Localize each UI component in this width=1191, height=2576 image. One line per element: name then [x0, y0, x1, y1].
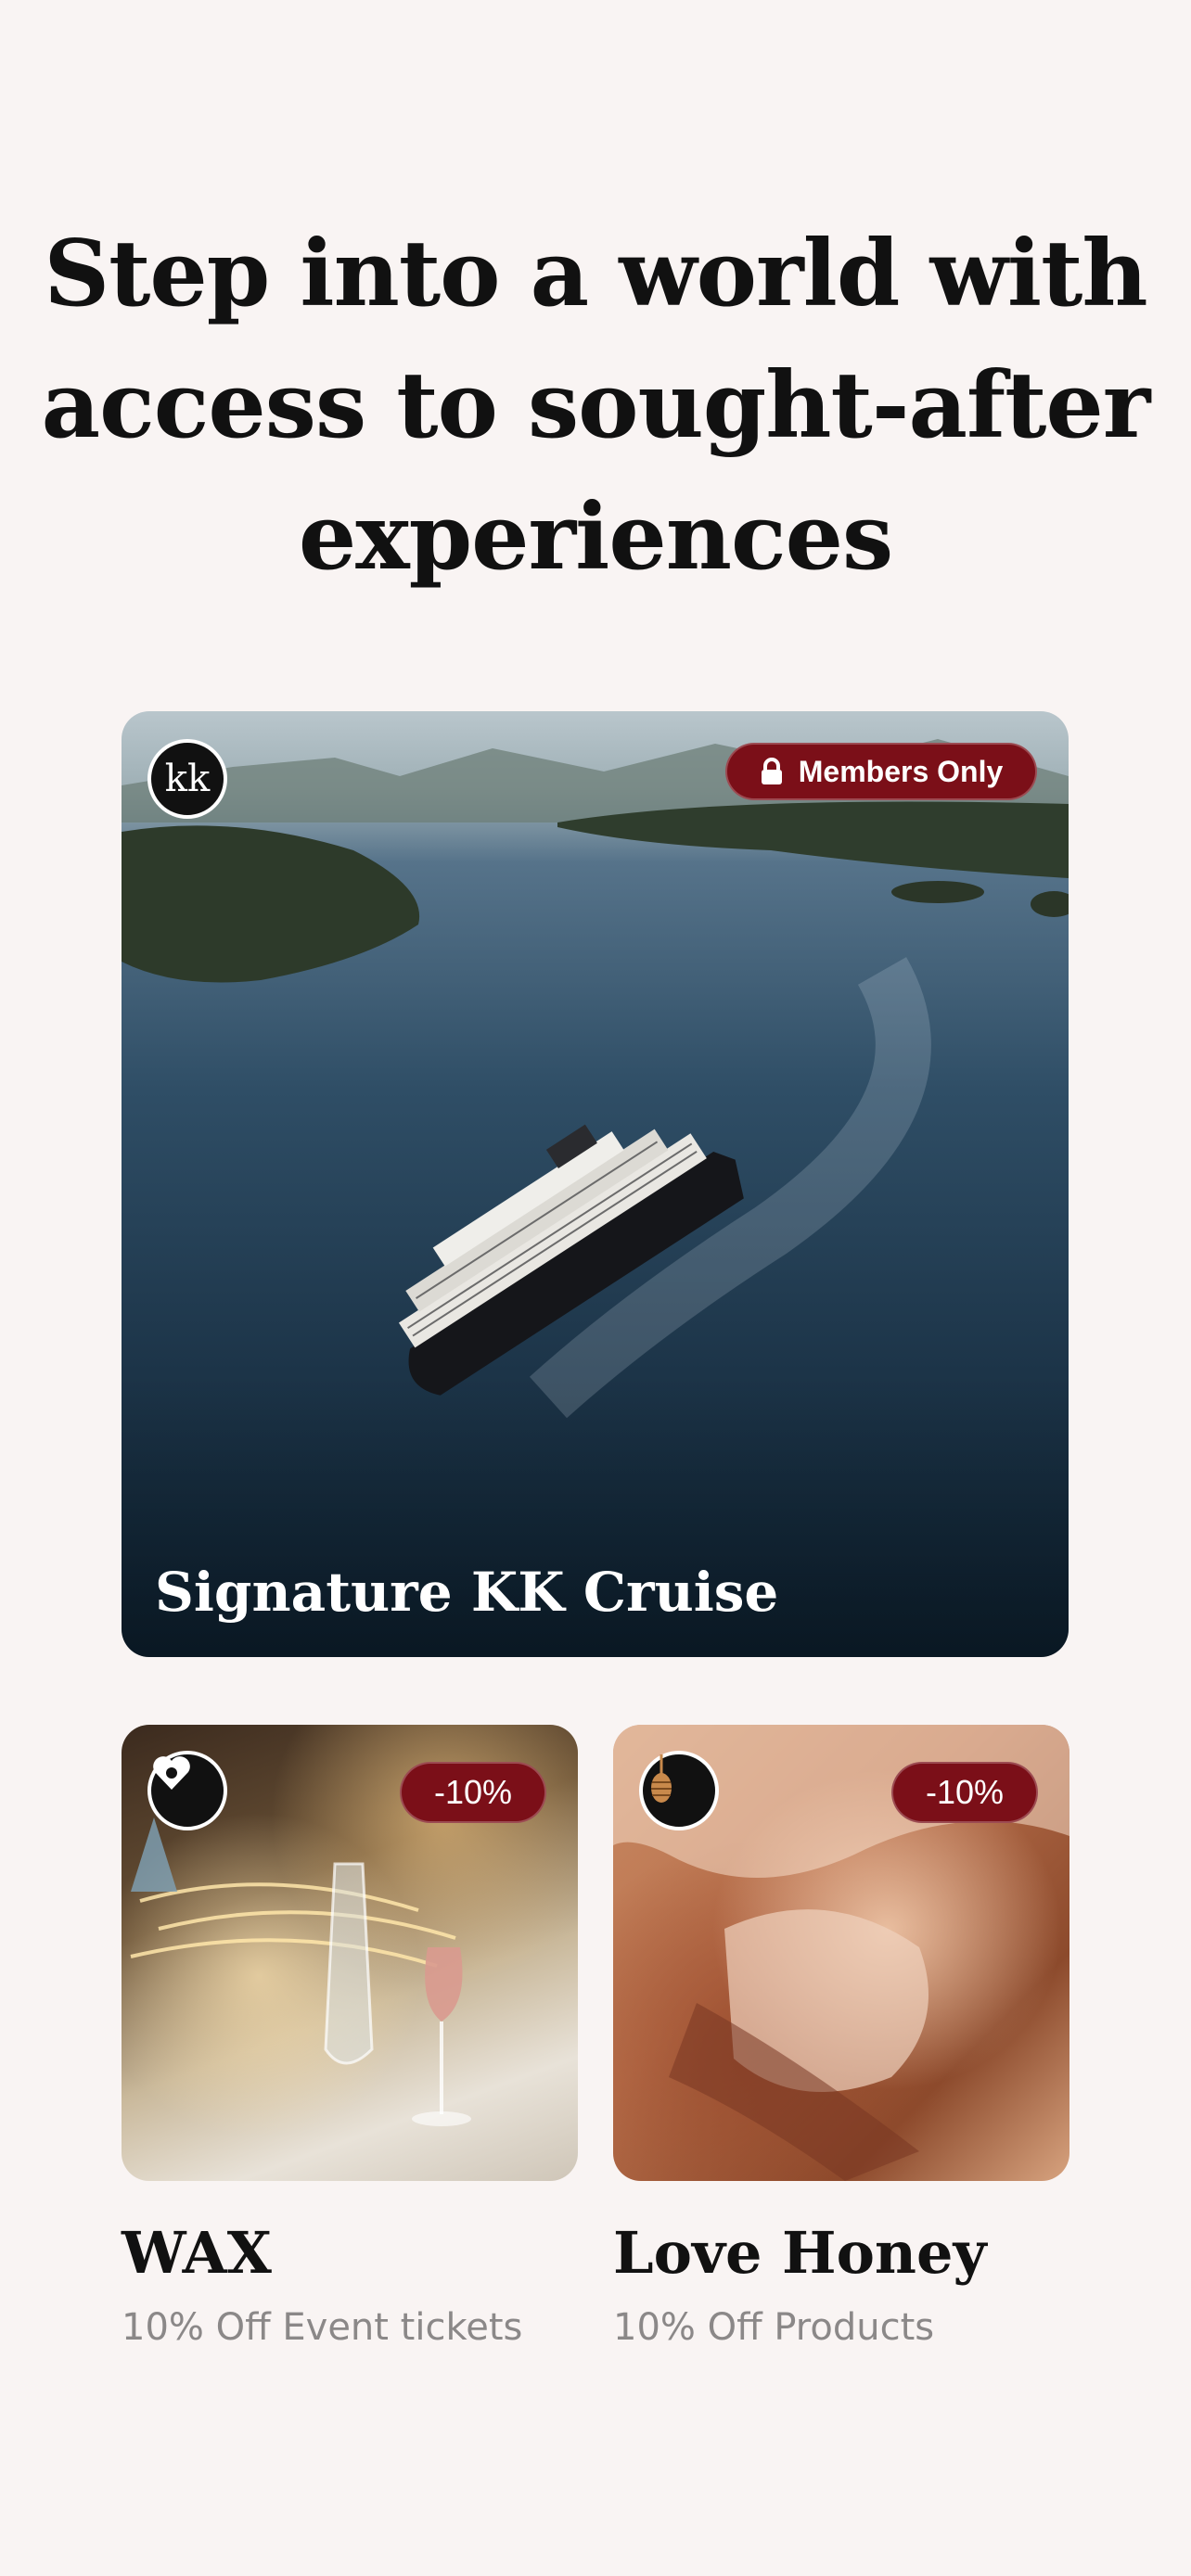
love-honey-brand-logo: [639, 1751, 719, 1830]
wax-card-title[interactable]: WAX: [122, 2219, 272, 2287]
headline-line-1: Step into a world with: [44, 221, 1147, 327]
members-only-badge: Members Only: [725, 743, 1037, 800]
wax-card-subtitle: 10% Off Event tickets: [122, 2306, 523, 2349]
headline-line-2: access to sought-after: [41, 352, 1151, 459]
page-headline: Step into a world with access to sought-…: [0, 209, 1191, 604]
love-honey-offer-card[interactable]: -10%: [613, 1725, 1069, 2181]
cruise-card-title: Signature KK Cruise: [155, 1561, 779, 1624]
cruise-scene-illustration: [122, 739, 1069, 1419]
discount-badge: -10%: [400, 1762, 546, 1823]
love-honey-card-title[interactable]: Love Honey: [613, 2219, 987, 2287]
lock-icon: [760, 758, 784, 785]
love-honey-card-subtitle: 10% Off Products: [613, 2306, 935, 2349]
headline-line-3: experiences: [298, 484, 893, 591]
heart-logo-icon: [153, 1756, 190, 1790]
kk-logo-text: kk: [164, 758, 211, 800]
discount-badge: -10%: [891, 1762, 1038, 1823]
members-only-label: Members Only: [798, 754, 1004, 788]
honey-dipper-icon: [651, 1754, 672, 1803]
wax-brand-logo: [147, 1751, 227, 1830]
wax-offer-card[interactable]: -10%: [122, 1725, 578, 2181]
kk-brand-logo: kk: [147, 739, 227, 819]
cruise-experience-card[interactable]: kk Members Only Signature KK Cruise: [122, 711, 1069, 1657]
